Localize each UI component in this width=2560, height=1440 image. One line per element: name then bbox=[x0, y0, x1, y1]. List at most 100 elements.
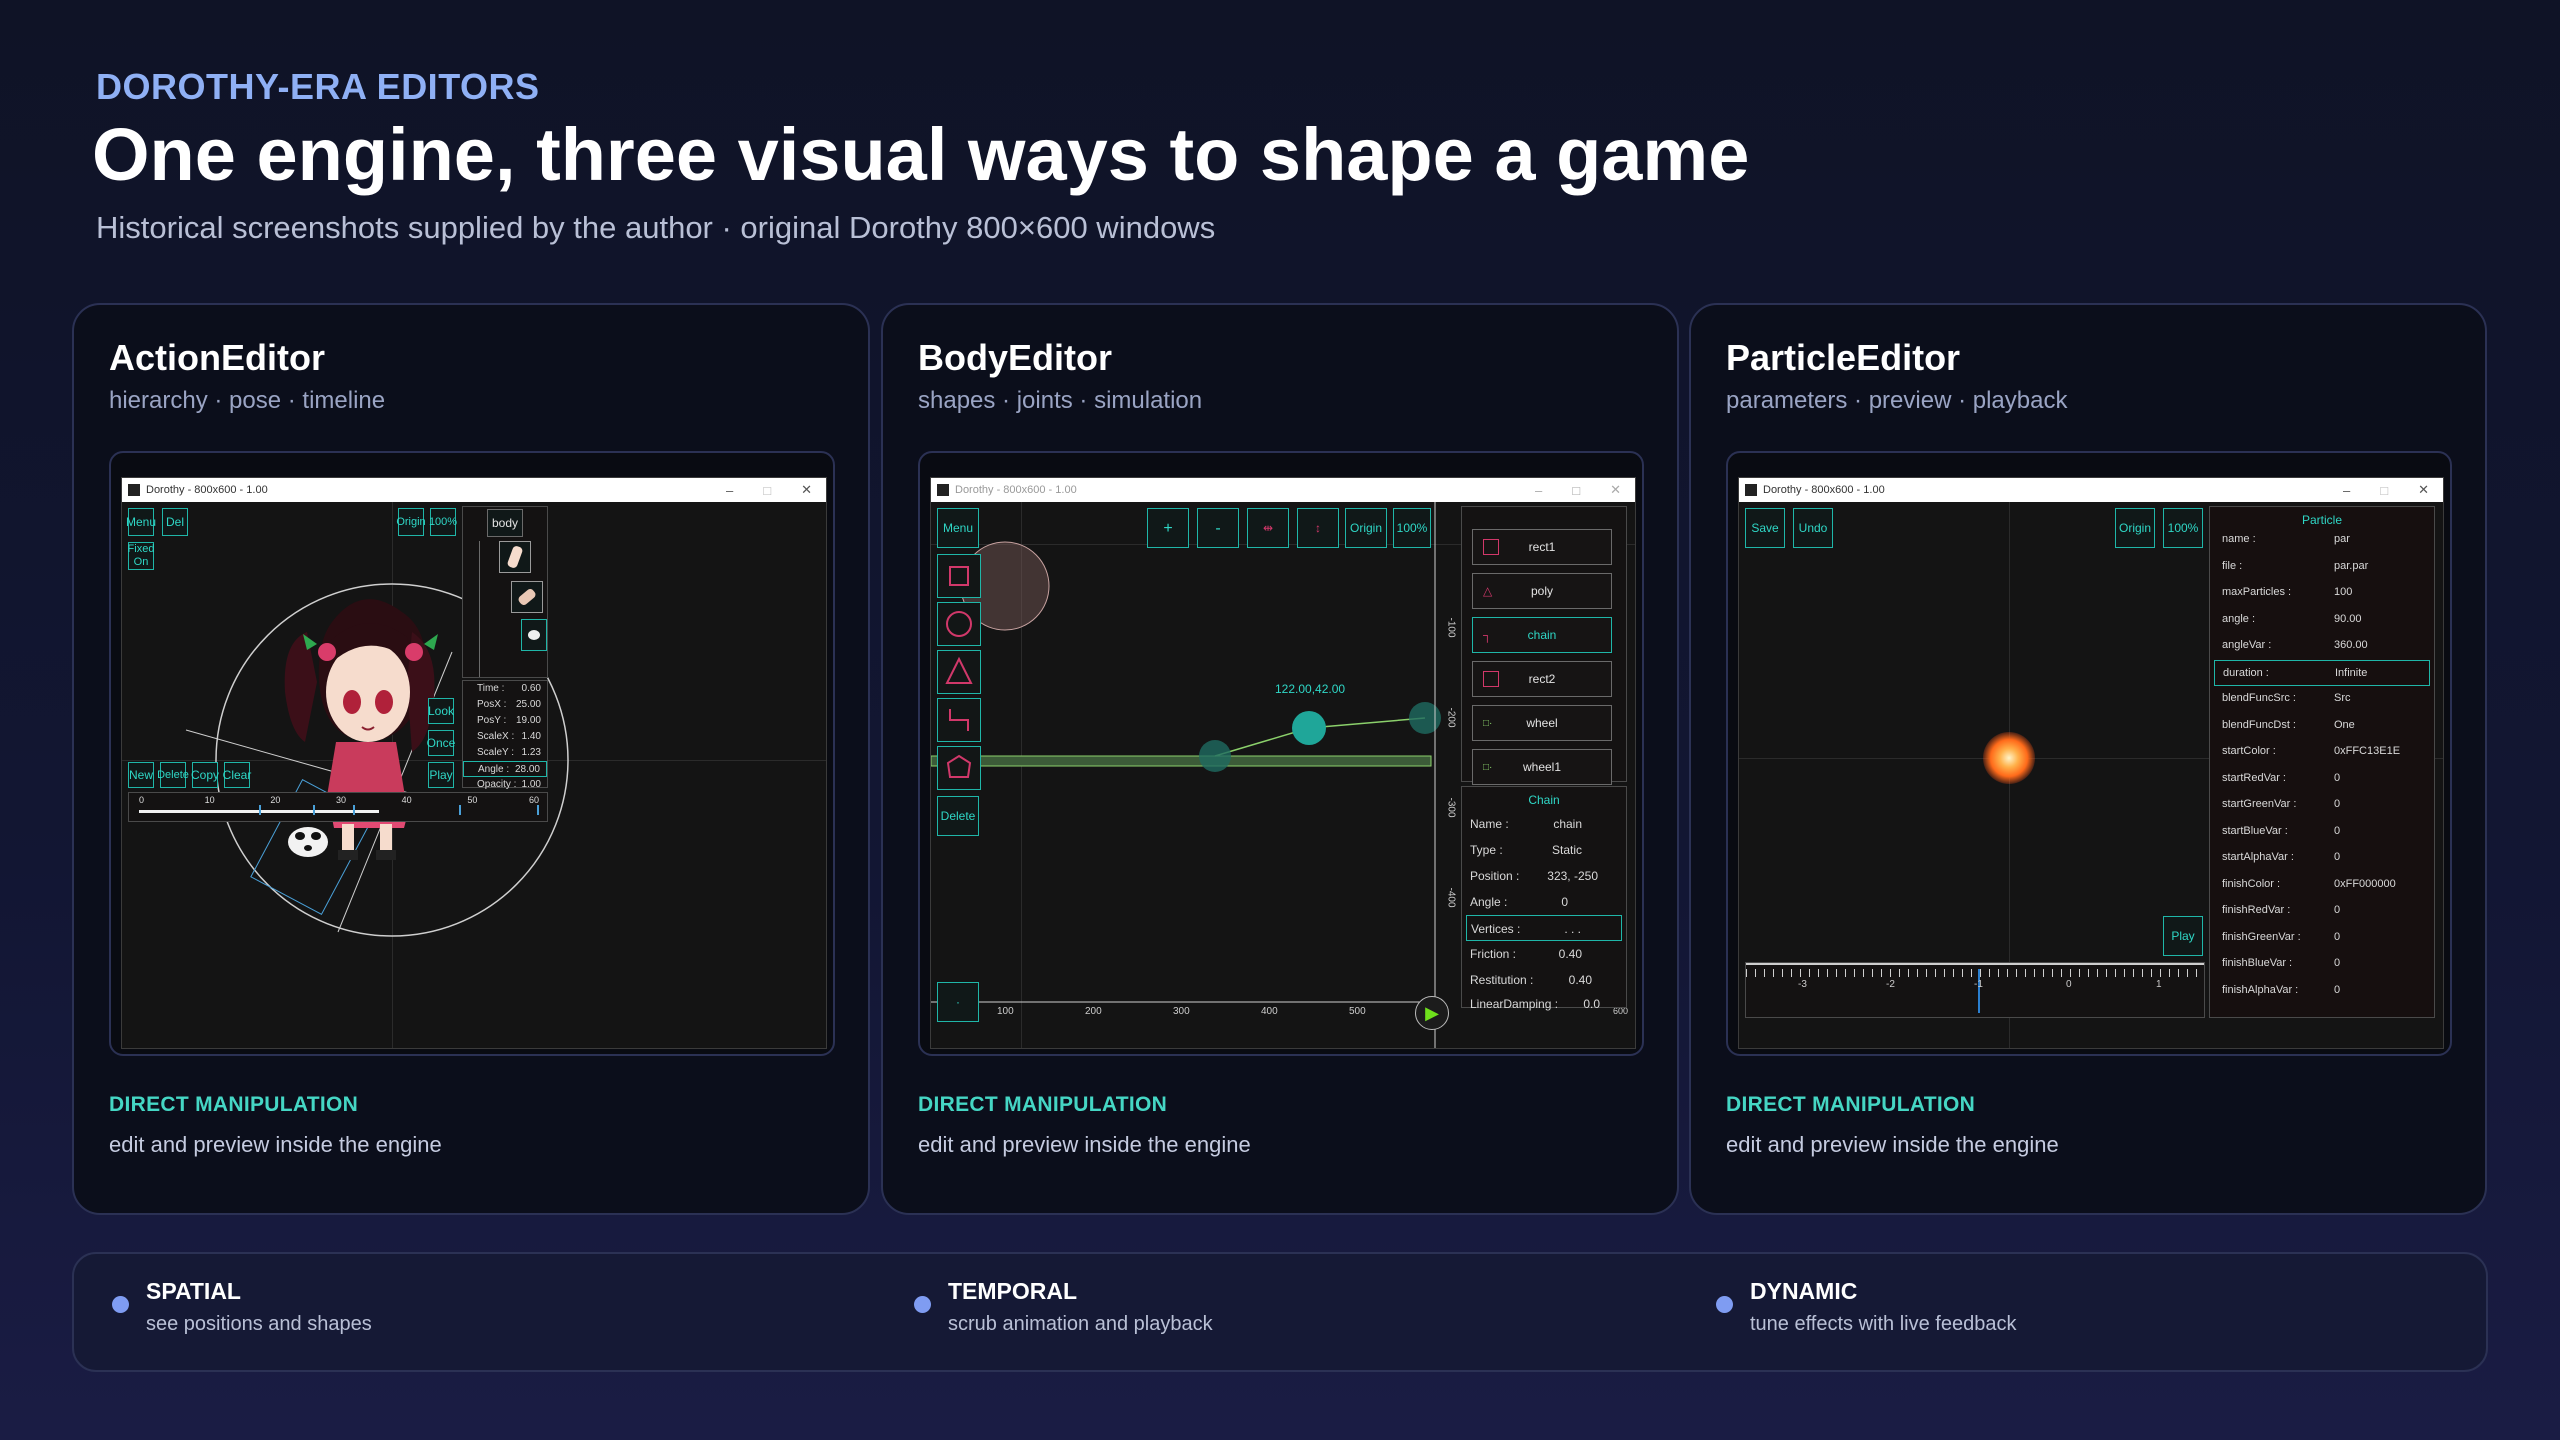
prop-row-selected[interactable]: Angle :28.00 bbox=[463, 761, 547, 777]
playback-ruler[interactable]: -3 -2 -1 0 1 bbox=[1745, 962, 2205, 1018]
prop-row[interactable]: startAlphaVar : 0 bbox=[2214, 845, 2430, 871]
prop-row[interactable]: finishColor : 0xFF000000 bbox=[2214, 872, 2430, 898]
shape-item-wheel1[interactable]: □· wheel1 bbox=[1472, 749, 1612, 785]
prop-row[interactable]: startRedVar : 0 bbox=[2214, 766, 2430, 792]
timeline[interactable]: 0 10 20 30 40 50 60 bbox=[128, 792, 548, 822]
zoom-button[interactable]: 100% bbox=[2163, 508, 2203, 548]
circle-shape-button[interactable] bbox=[937, 602, 981, 646]
origin-button[interactable]: Origin bbox=[1345, 508, 1387, 548]
minimize-icon[interactable]: – bbox=[726, 483, 733, 498]
minimize-icon[interactable]: – bbox=[2343, 483, 2350, 498]
prop-row[interactable]: Restitution :0.40 bbox=[1462, 967, 1626, 993]
prop-row[interactable]: Type : Static bbox=[1462, 837, 1626, 863]
menu-button[interactable]: Menu bbox=[126, 508, 156, 536]
prop-row[interactable]: finishRedVar : 0 bbox=[2214, 898, 2430, 924]
origin-button[interactable]: Origin bbox=[2115, 508, 2155, 548]
ruler-x-label: 1 bbox=[2156, 979, 2162, 990]
maximize-icon[interactable]: □ bbox=[1572, 483, 1580, 498]
prop-row[interactable]: finishAlphaVar : 0 bbox=[2214, 978, 2430, 1004]
prop-row[interactable]: angle : 90.00 bbox=[2214, 607, 2430, 633]
play-button[interactable]: Play bbox=[428, 762, 454, 788]
prop-row[interactable]: blendFuncDst : One bbox=[2214, 713, 2430, 739]
shape-item-chain[interactable]: ┐ chain bbox=[1472, 617, 1612, 653]
tree-node[interactable] bbox=[499, 541, 531, 573]
prop-row[interactable]: blendFuncSrc : Src bbox=[2214, 686, 2430, 712]
keyframe-marker[interactable] bbox=[259, 805, 261, 815]
shape-item-poly[interactable]: △ poly bbox=[1472, 573, 1612, 609]
prop-key: file : bbox=[2222, 559, 2243, 572]
polygon-shape-button[interactable] bbox=[937, 650, 981, 694]
delete-button[interactable]: Delete bbox=[157, 762, 189, 788]
prop-row[interactable]: ScaleY :1.23 bbox=[463, 745, 547, 761]
play-simulation-icon[interactable]: ▶ bbox=[1415, 996, 1449, 1030]
edit-canvas[interactable]: Menu Del Fixed On Origin 100% body Time … bbox=[122, 502, 826, 1048]
prop-row-selected[interactable]: Vertices :. . . bbox=[1466, 915, 1622, 941]
prop-value: 0 bbox=[2334, 983, 2341, 996]
shape-item-wheel[interactable]: □· wheel bbox=[1472, 705, 1612, 741]
fixed-toggle[interactable]: Fixed On bbox=[128, 542, 154, 570]
triangle-icon: △ bbox=[1483, 584, 1493, 598]
prop-row[interactable]: ScaleX :1.40 bbox=[463, 729, 547, 745]
close-icon[interactable]: ✕ bbox=[801, 482, 812, 498]
zoom-button[interactable]: 100% bbox=[429, 508, 457, 536]
toggle-icon[interactable]: · bbox=[937, 982, 979, 1022]
prop-row[interactable]: maxParticles : 100 bbox=[2214, 580, 2430, 606]
edit-canvas[interactable]: 122.00,42.00 -100 -200 -300 -400 100 200… bbox=[931, 502, 1635, 1048]
prop-row[interactable]: LinearDamping :0.0 bbox=[1462, 991, 1626, 1017]
copy-button[interactable]: Copy bbox=[191, 762, 219, 788]
prop-row[interactable]: finishBlueVar : 0 bbox=[2214, 951, 2430, 977]
keyframe-marker[interactable] bbox=[353, 805, 355, 815]
shape-item-rect1[interactable]: rect1 bbox=[1472, 529, 1612, 565]
prop-row[interactable]: angleVar : 360.00 bbox=[2214, 633, 2430, 659]
undo-button[interactable]: Undo bbox=[1793, 508, 1833, 548]
origin-button[interactable]: Origin bbox=[396, 508, 426, 536]
prop-row[interactable]: startColor : 0xFFC13E1E bbox=[2214, 739, 2430, 765]
loop-shape-button[interactable] bbox=[937, 746, 981, 790]
flip-vertical-icon[interactable]: ↕ bbox=[1297, 508, 1339, 548]
rectangle-shape-button[interactable] bbox=[937, 554, 981, 598]
clear-button[interactable]: Clear bbox=[223, 762, 251, 788]
keyframe-marker[interactable] bbox=[313, 805, 315, 815]
keyframe-marker[interactable] bbox=[537, 805, 539, 815]
prop-row[interactable]: Time :0.60 bbox=[463, 681, 547, 697]
flip-horizontal-icon[interactable]: ⇹ bbox=[1247, 508, 1289, 548]
prop-row[interactable]: Name : chain bbox=[1462, 811, 1626, 837]
zoom-in-button[interactable]: + bbox=[1147, 508, 1189, 548]
chain-shape-button[interactable] bbox=[937, 698, 981, 742]
prop-row[interactable]: name : par bbox=[2214, 527, 2430, 553]
minimize-icon[interactable]: – bbox=[1535, 483, 1542, 498]
prop-row[interactable]: Position :323, -250 bbox=[1462, 863, 1626, 889]
look-button[interactable]: Look bbox=[428, 698, 454, 724]
prop-row[interactable]: Opacity :1.00 bbox=[463, 777, 547, 793]
prop-row[interactable]: Friction :0.40 bbox=[1462, 941, 1626, 967]
delete-button[interactable]: Delete bbox=[937, 796, 979, 836]
save-button[interactable]: Save bbox=[1745, 508, 1785, 548]
menu-button[interactable]: Menu bbox=[937, 508, 979, 548]
delete-node-button[interactable]: Del bbox=[162, 508, 188, 536]
maximize-icon[interactable]: □ bbox=[2380, 483, 2388, 498]
prop-row[interactable]: finishGreenVar : 0 bbox=[2214, 925, 2430, 951]
tree-node-root[interactable]: body bbox=[487, 509, 523, 537]
prop-row-selected[interactable]: duration : Infinite bbox=[2214, 659, 2430, 686]
tree-node[interactable] bbox=[511, 581, 543, 613]
play-button[interactable]: Play bbox=[2163, 916, 2203, 956]
prop-row[interactable]: PosX :25.00 bbox=[463, 697, 547, 713]
maximize-icon[interactable]: □ bbox=[763, 483, 771, 498]
close-icon[interactable]: ✕ bbox=[1610, 482, 1621, 498]
new-button[interactable]: New bbox=[128, 762, 154, 788]
prop-row[interactable]: startBlueVar : 0 bbox=[2214, 819, 2430, 845]
keyframe-marker[interactable] bbox=[459, 805, 461, 815]
tree-node-selected[interactable] bbox=[521, 619, 547, 651]
edit-canvas[interactable]: Save Undo Origin 100% Play Particle name… bbox=[1739, 502, 2443, 1048]
once-button[interactable]: Once bbox=[427, 730, 455, 756]
close-icon[interactable]: ✕ bbox=[2418, 482, 2429, 498]
shape-item-rect2[interactable]: rect2 bbox=[1472, 661, 1612, 697]
prop-row[interactable]: Angle :0 bbox=[1462, 889, 1626, 915]
prop-row[interactable]: PosY :19.00 bbox=[463, 713, 547, 729]
playhead[interactable] bbox=[1978, 969, 1980, 1013]
zoom-out-button[interactable]: - bbox=[1197, 508, 1239, 548]
zoom-button[interactable]: 100% bbox=[1393, 508, 1431, 548]
ruler-x-label: 500 bbox=[1349, 1006, 1366, 1017]
prop-row[interactable]: file : par.par bbox=[2214, 554, 2430, 580]
prop-row[interactable]: startGreenVar : 0 bbox=[2214, 792, 2430, 818]
